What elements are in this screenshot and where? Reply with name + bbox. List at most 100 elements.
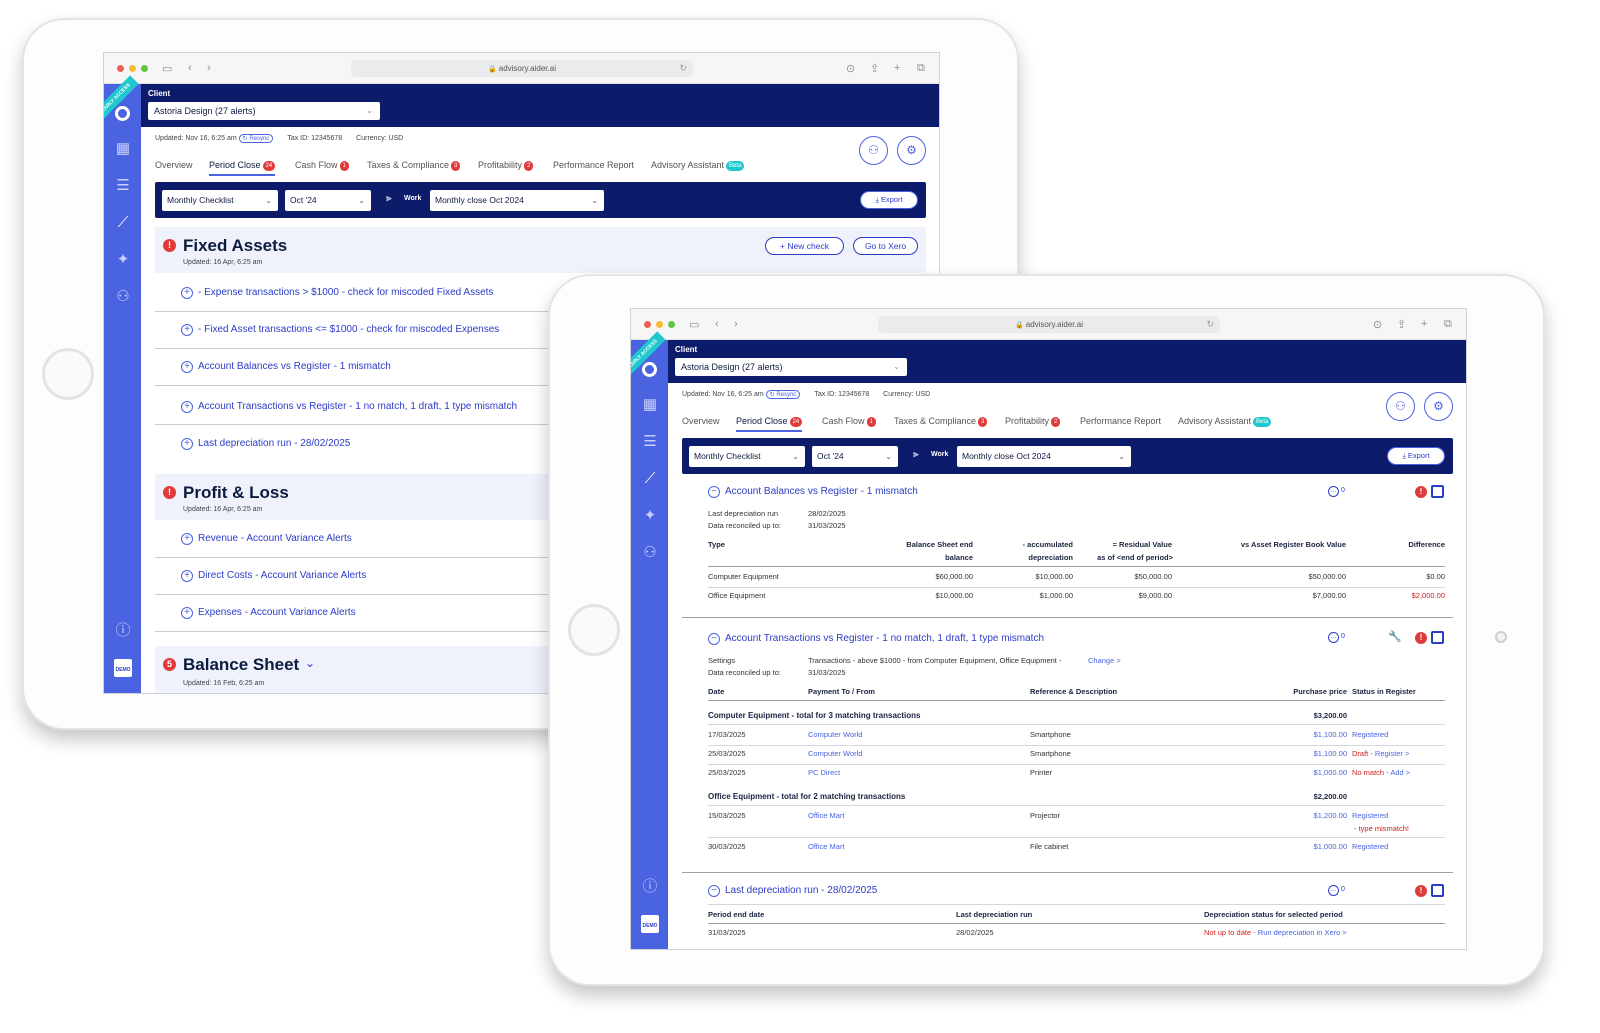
tab-performance-report[interactable]: Performance Report: [1080, 416, 1161, 426]
expand-icon[interactable]: +: [181, 570, 193, 582]
sidebar-toggle-icon[interactable]: ▭: [689, 318, 699, 331]
reload-icon[interactable]: ↻: [679, 60, 687, 77]
chevron-down-icon[interactable]: ⌄: [305, 656, 315, 670]
cell-price-link[interactable]: $1,100.00: [1262, 749, 1347, 758]
tab-overview[interactable]: Overview: [682, 416, 720, 426]
checklist-icon[interactable]: ☰: [113, 176, 133, 196]
resync-button[interactable]: ↻ Resync: [238, 134, 274, 143]
expand-icon[interactable]: +: [181, 607, 193, 619]
cell-price-link[interactable]: $1,100.00: [1262, 730, 1347, 739]
export-button[interactable]: ⤓ Export: [860, 191, 918, 209]
forward-arrow-icon[interactable]: ›: [734, 318, 738, 330]
share-icon[interactable]: ⇪: [1397, 318, 1406, 331]
period-select[interactable]: Oct '24 ⌄: [812, 446, 898, 467]
tab-cash-flow[interactable]: Cash Flow 1: [295, 160, 349, 171]
review-checkbox[interactable]: [1431, 884, 1444, 897]
aider-logo[interactable]: [115, 106, 130, 121]
reload-icon[interactable]: ↻: [1206, 316, 1214, 333]
review-checkbox[interactable]: [1431, 485, 1444, 498]
cell-payee-link[interactable]: Office Mart: [808, 811, 845, 820]
checklist-select[interactable]: Monthly Checklist ⌄: [689, 446, 805, 467]
new-check-button[interactable]: + New check: [765, 237, 844, 255]
tab-taxes-compliance[interactable]: Taxes & Compliance 3: [894, 416, 988, 427]
analytics-icon[interactable]: ⟋: [640, 469, 660, 489]
minimize-dot[interactable]: [129, 65, 136, 72]
checklist-select[interactable]: Monthly Checklist ⌄: [162, 190, 278, 211]
download-icon[interactable]: ⊙: [846, 62, 855, 75]
change-link[interactable]: Change >: [1088, 656, 1121, 665]
cell-price-link[interactable]: $1,000.00: [1262, 842, 1347, 851]
team-button[interactable]: ⚇: [859, 136, 888, 165]
new-tab-icon[interactable]: +: [894, 62, 900, 74]
comments-button[interactable]: … 0: [1328, 885, 1345, 896]
close-dot[interactable]: [117, 65, 124, 72]
checklist-icon[interactable]: ☰: [640, 432, 660, 452]
expand-icon[interactable]: +: [181, 324, 193, 336]
review-checkbox[interactable]: [1431, 631, 1444, 644]
home-button[interactable]: [42, 348, 94, 400]
collapse-icon[interactable]: −: [708, 486, 720, 498]
tab-advisory-assistant[interactable]: Advisory Assistant Beta: [651, 160, 745, 171]
cell-payee-link[interactable]: PC Direct: [808, 768, 840, 777]
tab-period-close[interactable]: Period Close 24: [209, 160, 276, 176]
cell-payee-link[interactable]: Computer World: [808, 749, 862, 758]
work-select[interactable]: Monthly close Oct 2024 ⌄: [957, 446, 1131, 467]
expand-icon[interactable]: +: [181, 401, 193, 413]
client-select[interactable]: Astoria Design (27 alerts) ⌄: [675, 358, 907, 376]
export-button[interactable]: ⤓ Export: [1387, 447, 1445, 465]
close-dot[interactable]: [644, 321, 651, 328]
run-depreciation-link[interactable]: - Run depreciation in Xero >: [1251, 928, 1347, 937]
analytics-icon[interactable]: ⟋: [113, 213, 133, 233]
check-title[interactable]: Account Balances vs Register - 1 mismatc…: [725, 486, 918, 497]
back-arrow-icon[interactable]: ‹: [188, 62, 192, 74]
dashboard-icon[interactable]: ▦: [113, 139, 133, 159]
expand-icon[interactable]: +: [181, 533, 193, 545]
cell-payee-link[interactable]: Office Mart: [808, 842, 845, 851]
team-button[interactable]: ⚇: [1386, 392, 1415, 421]
cell-payee-link[interactable]: Computer World: [808, 730, 862, 739]
dashboard-icon[interactable]: ▦: [640, 395, 660, 415]
tab-cash-flow[interactable]: Cash Flow 1: [822, 416, 876, 427]
help-icon[interactable]: ⓘ: [113, 621, 133, 641]
sparkle-icon[interactable]: ✦: [640, 506, 660, 526]
go-to-xero-button[interactable]: Go to Xero: [853, 237, 918, 255]
wrench-icon[interactable]: 🔧: [1388, 630, 1402, 643]
check-title[interactable]: Account Transactions vs Register - 1 no …: [725, 633, 1044, 644]
collapse-icon[interactable]: −: [708, 633, 720, 645]
cell-price-link[interactable]: $1,000.00: [1262, 768, 1347, 777]
help-icon[interactable]: ⓘ: [640, 877, 660, 897]
maximize-dot[interactable]: [141, 65, 148, 72]
check-title[interactable]: Last depreciation run - 28/02/2025: [725, 885, 877, 896]
download-icon[interactable]: ⊙: [1373, 318, 1382, 331]
sparkle-icon[interactable]: ✦: [113, 250, 133, 270]
minimize-dot[interactable]: [656, 321, 663, 328]
work-select[interactable]: Monthly close Oct 2024 ⌄: [430, 190, 604, 211]
forward-arrow-icon[interactable]: ›: [207, 62, 211, 74]
cell-price-link[interactable]: $1,200.00: [1262, 811, 1347, 820]
url-bar[interactable]: 🔒 advisory.aider.ai ↻: [351, 60, 693, 77]
tab-taxes-compliance[interactable]: Taxes & Compliance 3: [367, 160, 461, 171]
expand-icon[interactable]: +: [181, 438, 193, 450]
period-select[interactable]: Oct '24 ⌄: [285, 190, 371, 211]
settings-button[interactable]: ⚙: [1424, 392, 1453, 421]
tabs-overview-icon[interactable]: ⧉: [917, 62, 925, 75]
tab-overview[interactable]: Overview: [155, 160, 193, 170]
expand-icon[interactable]: +: [181, 361, 193, 373]
add-link[interactable]: - Add >: [1384, 768, 1410, 777]
aider-logo[interactable]: [642, 362, 657, 377]
tab-profitability[interactable]: Profitability 2: [1005, 416, 1061, 427]
comments-button[interactable]: … 0: [1328, 486, 1345, 497]
tabs-overview-icon[interactable]: ⧉: [1444, 318, 1452, 331]
collapse-icon[interactable]: −: [708, 885, 720, 897]
comments-button[interactable]: … 0: [1328, 632, 1345, 643]
home-button[interactable]: [568, 604, 620, 656]
sidebar-toggle-icon[interactable]: ▭: [162, 62, 172, 75]
tab-advisory-assistant[interactable]: Advisory Assistant Beta: [1178, 416, 1272, 427]
new-tab-icon[interactable]: +: [1421, 318, 1427, 330]
settings-button[interactable]: ⚙: [897, 136, 926, 165]
maximize-dot[interactable]: [668, 321, 675, 328]
tab-profitability[interactable]: Profitability 2: [478, 160, 534, 171]
client-select[interactable]: Astoria Design (27 alerts) ⌄: [148, 102, 380, 120]
tab-period-close[interactable]: Period Close 24: [736, 416, 803, 432]
url-bar[interactable]: 🔒 advisory.aider.ai ↻: [878, 316, 1220, 333]
